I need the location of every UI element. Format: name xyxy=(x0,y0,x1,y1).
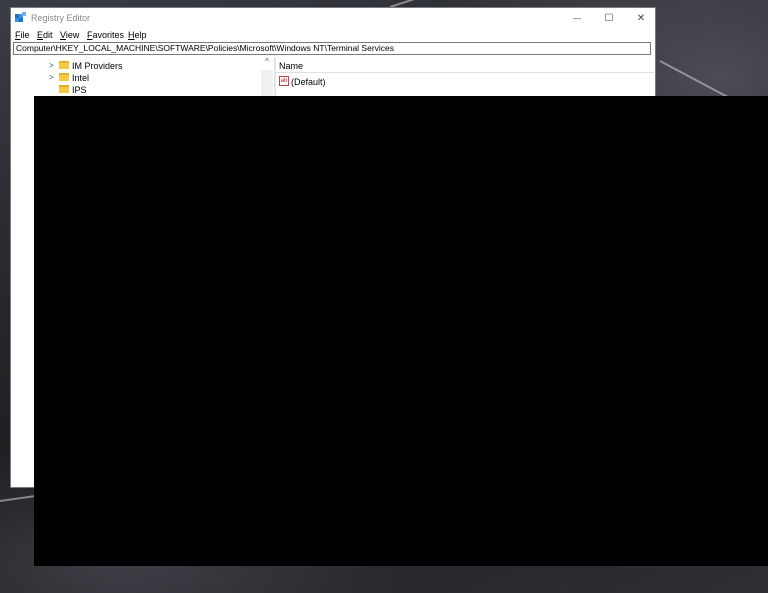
tree-item-label: IPS xyxy=(72,85,87,95)
scroll-up-button[interactable]: ^ xyxy=(261,57,273,69)
folder-icon xyxy=(59,73,69,81)
menu-bar: File Edit View Favorites Help xyxy=(11,29,655,41)
maximize-button[interactable]: ☐ xyxy=(593,8,625,29)
registry-editor-app-icon xyxy=(15,12,26,22)
close-icon: ✕ xyxy=(636,13,646,24)
value-name: (Default) xyxy=(291,77,326,87)
string-value-icon: ab xyxy=(279,76,289,86)
tree-item-intel[interactable]: > Intel xyxy=(11,72,261,84)
tree-item-label: Intel xyxy=(72,73,90,83)
title-bar[interactable]: Registry Editor — ☐ ✕ xyxy=(11,8,655,29)
tree-item-ips[interactable]: IPS xyxy=(11,84,261,96)
minimize-button[interactable]: — xyxy=(561,8,593,29)
window-title: Registry Editor xyxy=(31,13,91,23)
black-overlay-window xyxy=(34,96,768,566)
chevron-right-icon[interactable]: > xyxy=(49,61,54,70)
minimize-icon: — xyxy=(573,14,581,23)
column-header-name[interactable]: Name xyxy=(279,61,303,71)
menu-view[interactable]: View xyxy=(60,30,79,40)
address-bar[interactable]: Computer\HKEY_LOCAL_MACHINE\SOFTWARE\Pol… xyxy=(13,42,651,55)
chevron-right-icon[interactable]: > xyxy=(49,73,54,82)
menu-file[interactable]: File xyxy=(15,30,30,40)
menu-edit[interactable]: Edit xyxy=(37,30,53,40)
maximize-icon: ☐ xyxy=(604,13,614,24)
header-divider xyxy=(276,72,654,73)
folder-icon xyxy=(59,85,69,93)
folder-icon xyxy=(59,61,69,69)
tree-item-label: IM Providers xyxy=(72,61,123,71)
menu-help[interactable]: Help xyxy=(128,30,147,40)
tree-item-im-providers[interactable]: > IM Providers xyxy=(11,60,261,72)
menu-favorites[interactable]: Favorites xyxy=(87,30,124,40)
close-button[interactable]: ✕ xyxy=(625,8,657,29)
